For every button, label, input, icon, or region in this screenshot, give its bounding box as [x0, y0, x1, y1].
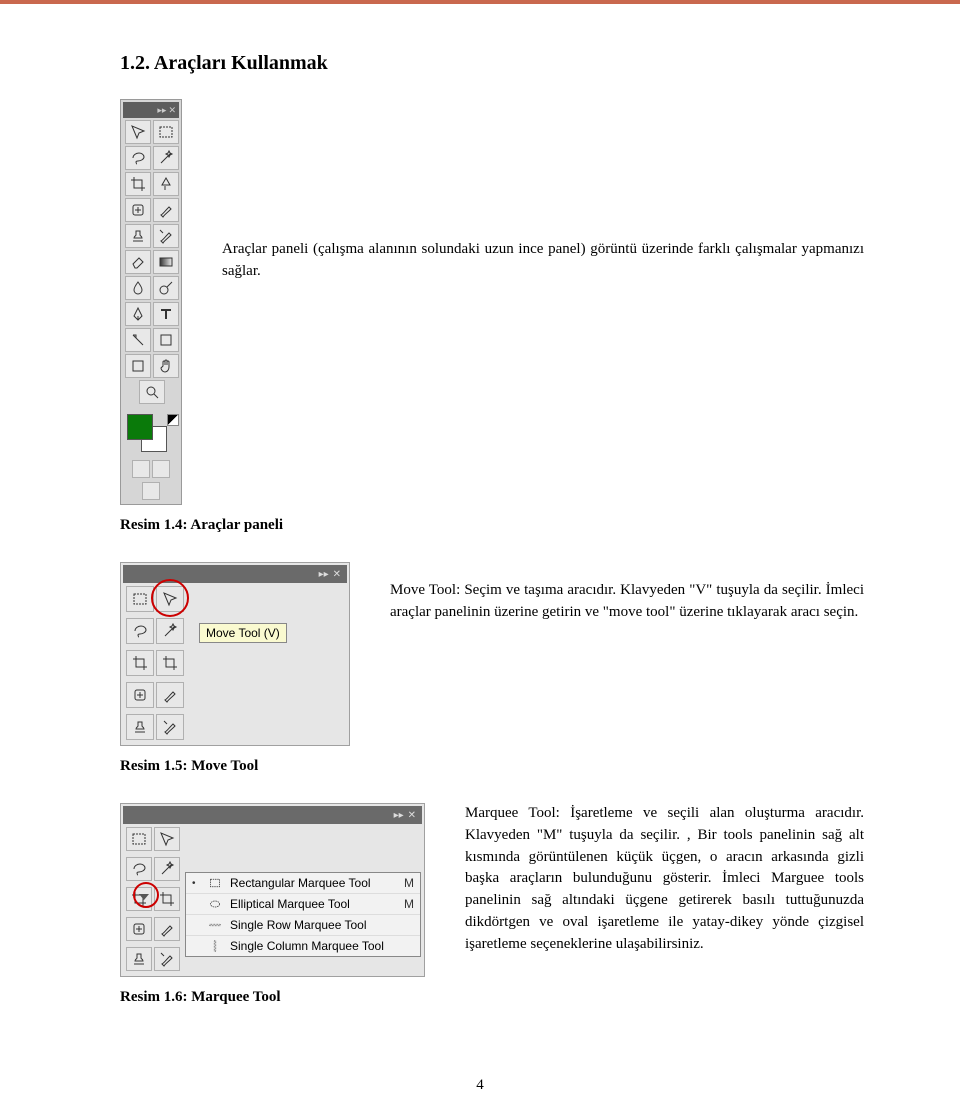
crop-icon[interactable]	[126, 650, 154, 676]
close-icon[interactable]: ✕	[408, 810, 416, 821]
lasso-icon[interactable]	[126, 857, 152, 881]
caption-move-tool: Resim 1.5: Move Tool	[120, 758, 864, 775]
flyout-item-rectangular[interactable]: • Rectangular Marquee Tool M	[186, 873, 420, 894]
slice-icon[interactable]	[156, 650, 184, 676]
default-swatch-icon[interactable]	[167, 414, 179, 426]
notes-icon[interactable]	[125, 354, 151, 378]
slice-icon[interactable]	[154, 887, 180, 911]
figure-tools-panel: ▸▸ ✕	[120, 99, 182, 505]
rectangular-marquee-icon	[206, 876, 224, 890]
flyout-label: Single Row Marquee Tool	[230, 918, 394, 932]
panel-tabbar: ▸▸ ✕	[123, 102, 179, 118]
stamp-icon[interactable]	[125, 224, 151, 248]
history-brush-icon[interactable]	[156, 714, 184, 740]
move-icon[interactable]	[125, 120, 151, 144]
history-brush-icon[interactable]	[153, 224, 179, 248]
collapse-icon[interactable]: ▸▸	[394, 810, 404, 821]
brush-icon[interactable]	[156, 682, 184, 708]
marquee-icon[interactable]	[153, 120, 179, 144]
history-brush-icon[interactable]	[154, 947, 180, 971]
crop-icon[interactable]	[125, 172, 151, 196]
heal-icon[interactable]	[126, 917, 152, 941]
panel-tabbar: ▸▸ ✕	[123, 565, 347, 583]
brush-icon[interactable]	[153, 198, 179, 222]
caption-tools-panel: Resim 1.4: Araçlar paneli	[120, 517, 864, 534]
pen-icon[interactable]	[125, 302, 151, 326]
color-swatches[interactable]	[125, 412, 177, 454]
lasso-icon[interactable]	[126, 618, 154, 644]
dodge-icon[interactable]	[153, 276, 179, 300]
elliptical-marquee-icon	[206, 897, 224, 911]
close-icon[interactable]: ✕	[333, 569, 341, 580]
active-dot-icon: •	[192, 878, 200, 889]
section-heading: 1.2. Araçları Kullanmak	[120, 52, 864, 75]
gradient-icon[interactable]	[153, 250, 179, 274]
flyout-label: Elliptical Marquee Tool	[230, 897, 394, 911]
single-column-marquee-icon	[206, 939, 224, 953]
marquee-icon[interactable]	[126, 827, 152, 851]
flyout-item-elliptical[interactable]: Elliptical Marquee Tool M	[186, 894, 420, 915]
marquee-icon[interactable]	[126, 586, 154, 612]
zoom-icon[interactable]	[139, 380, 165, 404]
tools-panel-paragraph: Araçlar paneli (çalışma alanının solunda…	[222, 239, 864, 283]
marquee-tool-paragraph: Marquee Tool: İşaretleme ve seçili alan …	[465, 803, 864, 955]
shape-icon[interactable]	[153, 328, 179, 352]
flyout-triangle-icon	[139, 894, 149, 900]
wand-icon[interactable]	[156, 618, 184, 644]
flyout-label: Single Column Marquee Tool	[230, 939, 394, 953]
close-icon[interactable]: ✕	[168, 106, 176, 115]
page-number: 4	[0, 1077, 960, 1094]
screen-mode-icon[interactable]	[142, 482, 160, 500]
caption-marquee-tool: Resim 1.6: Marquee Tool	[120, 989, 864, 1006]
heal-icon[interactable]	[125, 198, 151, 222]
lasso-icon[interactable]	[125, 146, 151, 170]
flyout-label: Rectangular Marquee Tool	[230, 876, 394, 890]
blur-icon[interactable]	[125, 276, 151, 300]
stamp-icon[interactable]	[126, 947, 152, 971]
move-tool-tooltip: Move Tool (V)	[199, 623, 287, 643]
wand-icon[interactable]	[154, 857, 180, 881]
collapse-icon[interactable]: ▸▸	[319, 569, 329, 580]
collapse-icon[interactable]: ▸▸	[157, 106, 166, 115]
move-icon[interactable]	[154, 827, 180, 851]
panel-tabbar: ▸▸ ✕	[123, 806, 422, 824]
figure-move-tool: ▸▸ ✕ Move To	[120, 562, 350, 746]
flyout-shortcut: M	[400, 876, 414, 890]
hand-icon[interactable]	[153, 354, 179, 378]
wand-icon[interactable]	[153, 146, 179, 170]
standard-mode-icon[interactable]	[132, 460, 150, 478]
flyout-item-single-column[interactable]: Single Column Marquee Tool	[186, 936, 420, 956]
heal-icon[interactable]	[126, 682, 154, 708]
flyout-item-single-row[interactable]: Single Row Marquee Tool	[186, 915, 420, 936]
eraser-icon[interactable]	[125, 250, 151, 274]
flyout-shortcut: M	[400, 897, 414, 911]
stamp-icon[interactable]	[126, 714, 154, 740]
foreground-swatch[interactable]	[127, 414, 153, 440]
eyedropper-icon[interactable]	[153, 172, 179, 196]
single-row-marquee-icon	[206, 918, 224, 932]
quickmask-mode-icon[interactable]	[152, 460, 170, 478]
type-icon[interactable]	[153, 302, 179, 326]
move-tool-paragraph: Move Tool: Seçim ve taşıma aracıdır. Kla…	[390, 580, 864, 624]
move-icon[interactable]	[156, 586, 184, 612]
marquee-flyout-menu: • Rectangular Marquee Tool M Elliptical …	[185, 872, 421, 957]
figure-marquee-tool: ▸▸ ✕	[120, 803, 425, 977]
brush-icon[interactable]	[154, 917, 180, 941]
path-select-icon[interactable]	[125, 328, 151, 352]
